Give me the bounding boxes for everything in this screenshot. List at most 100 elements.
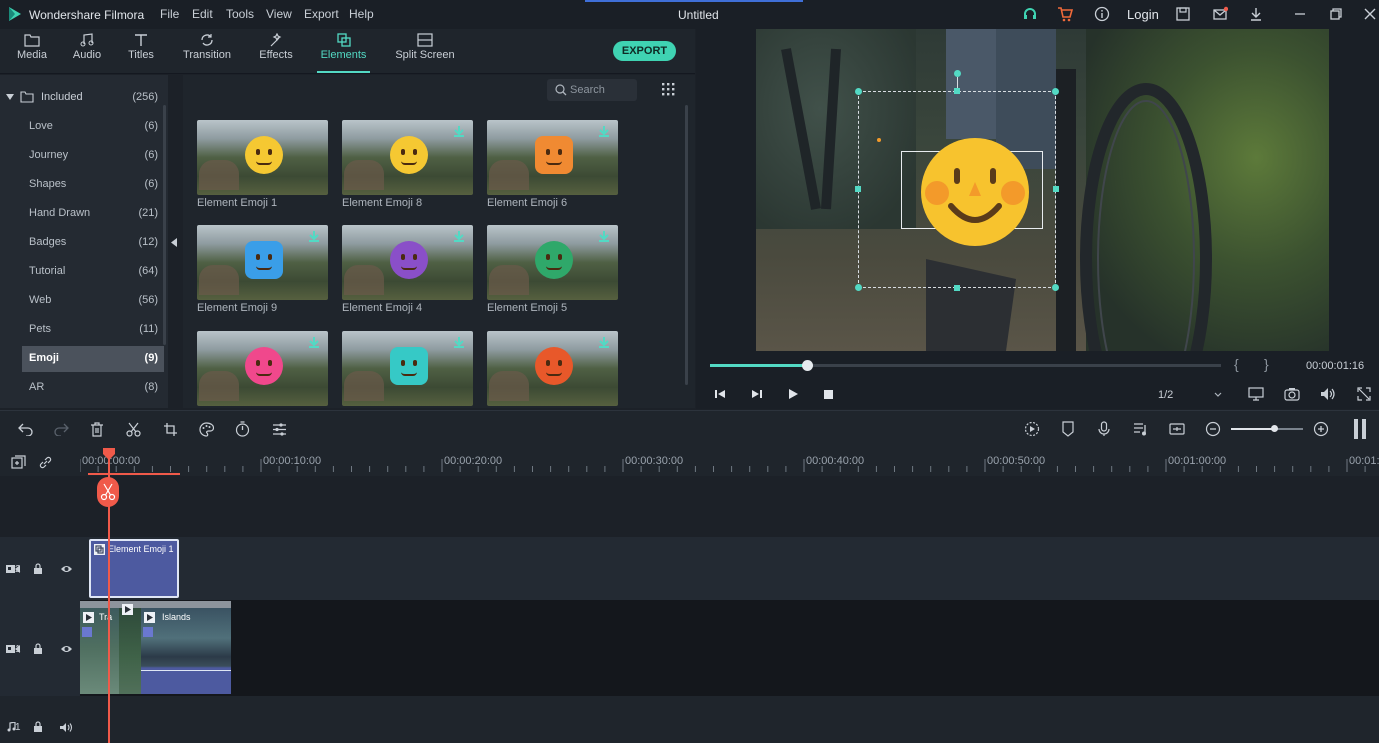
download-icon[interactable] xyxy=(454,231,464,242)
download-icon[interactable] xyxy=(309,337,319,348)
tab-split-screen[interactable]: Split Screen xyxy=(394,33,456,71)
split-scissors-button[interactable] xyxy=(97,477,119,507)
lock-icon[interactable] xyxy=(33,721,43,733)
category-pets[interactable]: Pets (11) xyxy=(0,317,168,343)
element-thumbnail[interactable] xyxy=(342,120,473,195)
category-badges[interactable]: Badges (12) xyxy=(0,230,168,256)
eye-icon[interactable] xyxy=(60,644,73,654)
menu-tools[interactable]: Tools xyxy=(226,7,254,21)
menu-file[interactable]: File xyxy=(160,7,179,21)
category-included[interactable]: Included (256) xyxy=(0,85,168,111)
category-love[interactable]: Love (6) xyxy=(0,114,168,140)
category-ar[interactable]: AR (8) xyxy=(0,375,168,401)
speaker-icon[interactable] xyxy=(60,722,73,733)
lock-icon[interactable] xyxy=(33,563,43,575)
category-web[interactable]: Web (56) xyxy=(0,288,168,314)
tab-effects[interactable]: Effects xyxy=(256,33,296,71)
timeline-clip-element[interactable]: Element Emoji 1 xyxy=(89,539,179,598)
restore-icon[interactable] xyxy=(1328,6,1344,22)
login-link[interactable]: Login xyxy=(1127,7,1159,22)
resize-handle[interactable] xyxy=(855,186,861,192)
eye-icon[interactable] xyxy=(60,564,73,574)
menu-edit[interactable]: Edit xyxy=(192,7,213,21)
download-icon[interactable] xyxy=(1248,6,1264,22)
menu-export[interactable]: Export xyxy=(304,7,339,21)
marker-icon[interactable] xyxy=(1061,421,1075,437)
display-icon[interactable] xyxy=(1248,387,1264,401)
search-box[interactable]: Search xyxy=(547,79,637,101)
category-tutorial[interactable]: Tutorial (64) xyxy=(0,259,168,285)
headset-icon[interactable] xyxy=(1022,6,1038,22)
volume-icon[interactable] xyxy=(1320,387,1336,401)
element-thumbnail[interactable] xyxy=(197,120,328,195)
mark-out-icon[interactable]: } xyxy=(1264,356,1269,372)
timeline-clip-islands[interactable]: Islands xyxy=(141,601,231,694)
tab-media[interactable]: Media xyxy=(14,33,50,71)
fullscreen-icon[interactable] xyxy=(1357,387,1371,401)
delete-icon[interactable] xyxy=(90,422,104,437)
element-thumbnail[interactable] xyxy=(342,225,473,300)
tab-audio[interactable]: Audio xyxy=(70,33,104,71)
zoom-in-icon[interactable] xyxy=(1313,421,1329,437)
add-track-icon[interactable] xyxy=(11,455,26,470)
resize-handle[interactable] xyxy=(1052,88,1059,95)
category-hand-drawn[interactable]: Hand Drawn (21) xyxy=(0,201,168,227)
scrollbar[interactable] xyxy=(163,105,166,345)
next-frame-icon[interactable] xyxy=(751,388,763,400)
adjust-icon[interactable] xyxy=(272,422,287,437)
tab-titles[interactable]: Titles xyxy=(124,33,158,71)
stop-icon[interactable] xyxy=(823,389,834,400)
playback-progress-bar[interactable] xyxy=(710,360,1221,371)
subtitle-icon[interactable] xyxy=(1169,421,1185,437)
resize-handle[interactable] xyxy=(954,285,960,291)
snapshot-icon[interactable] xyxy=(1284,387,1300,401)
tab-transition[interactable]: Transition xyxy=(180,33,234,71)
minimize-icon[interactable] xyxy=(1292,6,1308,22)
collapse-panel-icon[interactable] xyxy=(171,238,178,247)
color-icon[interactable] xyxy=(199,422,214,437)
play-icon[interactable] xyxy=(787,388,799,400)
element-thumbnail[interactable] xyxy=(487,120,618,195)
pause-icon[interactable] xyxy=(1353,419,1367,439)
download-icon[interactable] xyxy=(454,126,464,137)
download-icon[interactable] xyxy=(599,126,609,137)
resize-handle[interactable] xyxy=(1052,284,1059,291)
playhead-marker[interactable] xyxy=(103,448,115,460)
quality-select[interactable]: 1/2 xyxy=(1152,385,1226,405)
progress-knob[interactable] xyxy=(802,360,814,371)
timeline-clip-video[interactable]: Tra xyxy=(80,601,119,694)
link-icon[interactable] xyxy=(38,455,53,470)
save-icon[interactable] xyxy=(1175,6,1191,22)
tab-elements[interactable]: Elements xyxy=(317,33,370,73)
timeline-clip-transition[interactable] xyxy=(119,601,141,694)
resize-handle[interactable] xyxy=(855,88,862,95)
category-journey[interactable]: Journey (6) xyxy=(0,143,168,169)
cut-icon[interactable] xyxy=(126,422,141,437)
zoom-out-icon[interactable] xyxy=(1205,421,1221,437)
timeline-ruler[interactable]: 00:00:00:00 00:00:10:00 00:00:20:00 00:00:3… xyxy=(0,448,1379,476)
element-thumbnail[interactable] xyxy=(487,225,618,300)
resize-handle[interactable] xyxy=(1053,186,1059,192)
render-icon[interactable] xyxy=(1024,421,1040,437)
element-thumbnail[interactable] xyxy=(197,225,328,300)
zoom-slider[interactable] xyxy=(1231,425,1303,432)
lock-icon[interactable] xyxy=(33,643,43,655)
download-icon[interactable] xyxy=(454,337,464,348)
element-thumbnail[interactable] xyxy=(487,331,618,406)
element-thumbnail[interactable] xyxy=(197,331,328,406)
mark-in-icon[interactable]: { xyxy=(1234,356,1239,372)
zoom-slider-knob[interactable] xyxy=(1271,425,1278,432)
resize-handle[interactable] xyxy=(954,88,960,94)
info-icon[interactable] xyxy=(1094,6,1110,22)
resize-handle[interactable] xyxy=(855,284,862,291)
download-icon[interactable] xyxy=(309,231,319,242)
cart-icon[interactable] xyxy=(1057,6,1073,22)
speed-icon[interactable] xyxy=(235,421,250,437)
element-thumbnail[interactable] xyxy=(342,331,473,406)
close-icon[interactable] xyxy=(1362,6,1378,22)
menu-help[interactable]: Help xyxy=(349,7,374,21)
mail-icon[interactable] xyxy=(1212,6,1228,22)
prev-frame-icon[interactable] xyxy=(714,388,726,400)
crop-icon[interactable] xyxy=(163,422,178,437)
audio-mixer-icon[interactable] xyxy=(1133,421,1149,437)
